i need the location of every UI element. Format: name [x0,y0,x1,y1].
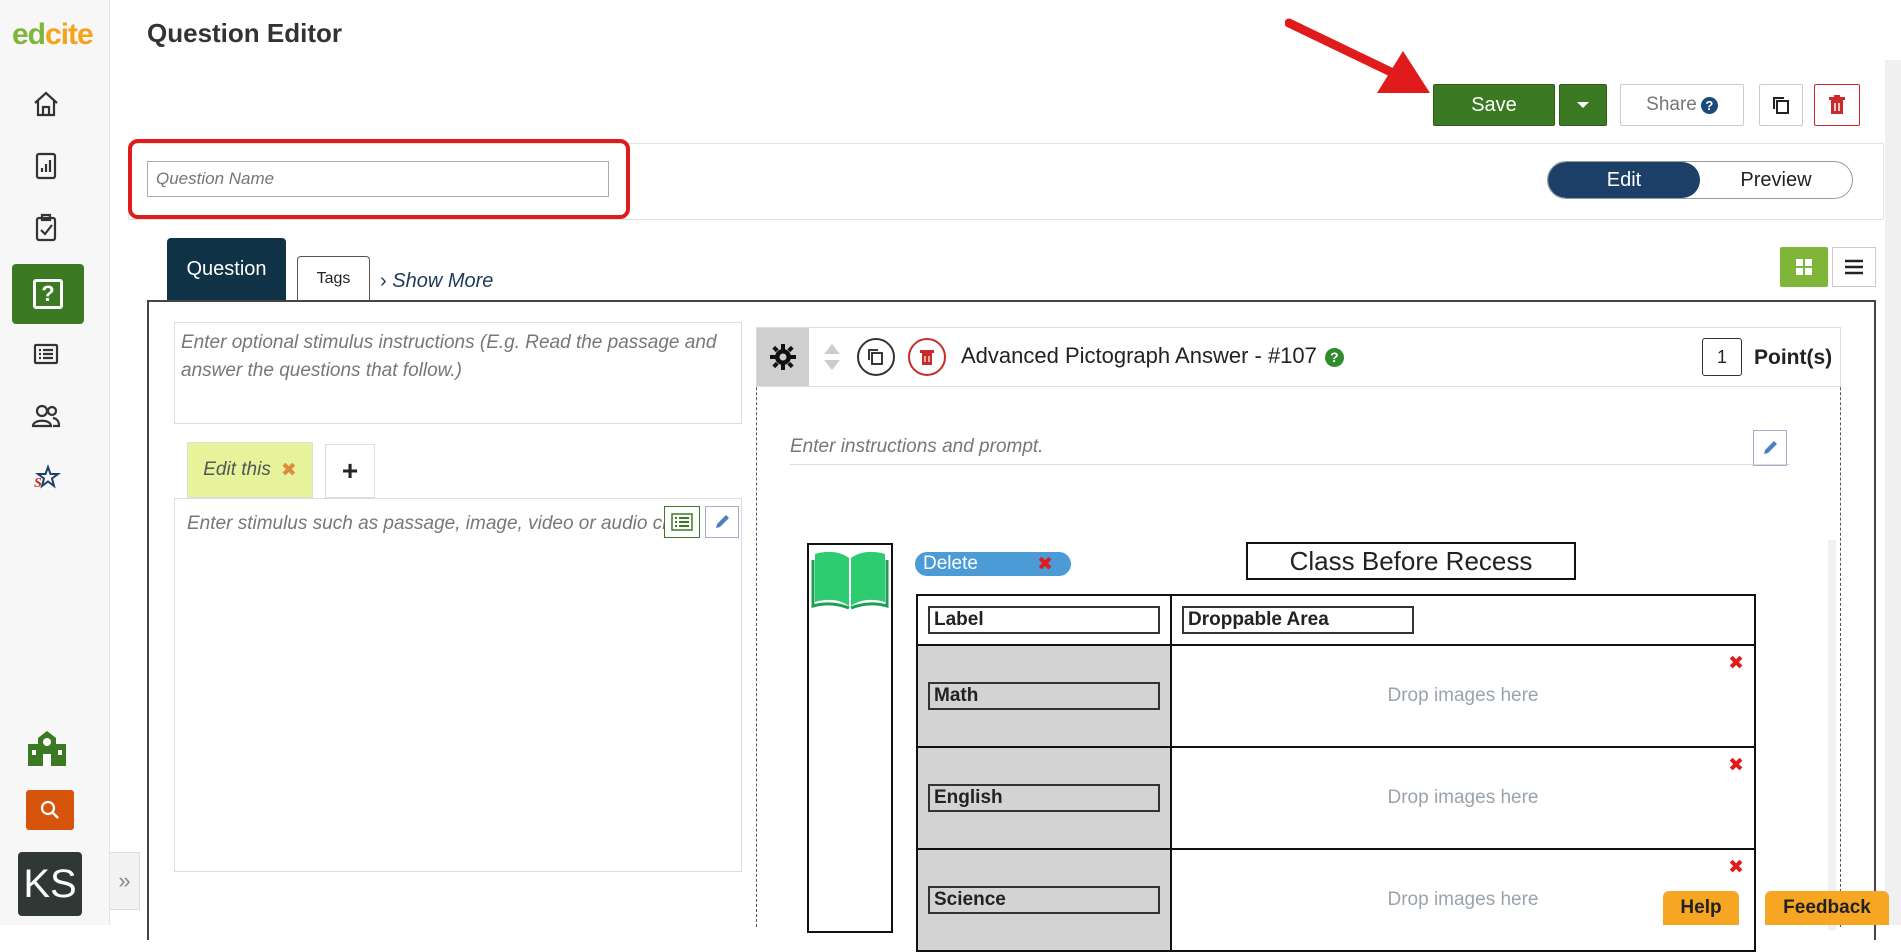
stimulus-edit-button[interactable] [705,506,739,538]
label-header-field[interactable]: Label [928,606,1160,634]
droppable-header-field[interactable]: Droppable Area [1182,606,1414,634]
edit-preview-toggle[interactable]: Edit Preview [1547,161,1853,199]
prompt-field[interactable]: Enter instructions and prompt. [790,436,1790,465]
pictograph-table: Label Droppable Area Math ✖ Drop images h… [916,594,1756,952]
pictograph-title[interactable]: Class Before Recess [1246,542,1576,580]
list-view-button[interactable] [1832,247,1876,287]
reorder-icon[interactable] [822,342,842,372]
table-row: Math ✖ Drop images here [916,644,1756,748]
close-icon: ✖ [1037,553,1053,575]
share-label: Share [1646,94,1697,115]
list-icon[interactable] [28,336,64,372]
table-header-row: Label Droppable Area [916,594,1756,646]
grid-view-button[interactable] [1780,247,1828,287]
tab-question[interactable]: Question [167,238,286,300]
drop-zone[interactable]: ✖ Drop images here [1170,746,1756,850]
avatar[interactable]: KS [18,852,82,916]
save-dropdown-button[interactable] [1559,84,1607,126]
row-label-cell: Math [916,644,1172,748]
share-button[interactable]: Share ? [1620,84,1744,126]
row-label-field[interactable]: Science [928,886,1160,914]
stimulus-instructions-field[interactable]: Enter optional stimulus instructions (E.… [174,322,742,424]
delete-label: Delete [923,553,978,574]
label-header-cell: Label [916,594,1172,646]
pencil-icon [716,515,729,528]
row-label-field[interactable]: English [928,784,1160,812]
drop-zone-text: Drop images here [1387,685,1539,706]
red-arrow-annotation [1285,18,1430,93]
settings-button[interactable] [757,328,809,386]
help-icon[interactable]: ? [1324,347,1344,367]
row-label-cell: Science [916,848,1172,952]
school-icon[interactable] [24,728,70,768]
drop-zone-text: Drop images here [1387,889,1539,910]
preview-toggle-option[interactable]: Preview [1700,162,1852,198]
sidebar-item-questions[interactable]: ? [12,264,84,324]
copy-icon [868,349,883,365]
remove-row-icon[interactable]: ✖ [1728,754,1744,777]
close-icon[interactable]: ✖ [281,459,297,482]
duplicate-part-button[interactable] [857,338,895,376]
row-label-field[interactable]: Math [928,682,1160,710]
chevron-right-icon: › [380,270,387,292]
remove-row-icon[interactable]: ✖ [1728,652,1744,675]
list-icon [1845,259,1863,275]
question-type-title: Advanced Pictograph Answer - #107? [961,343,1344,369]
edit-toggle-option[interactable]: Edit [1548,162,1700,198]
stimulus-list-button[interactable] [664,506,700,538]
table-row: Science ✖ Drop images here [916,848,1756,952]
svg-text:S: S [34,476,42,491]
book-icon[interactable] [811,548,889,610]
sidebar-expand-button[interactable]: » [110,852,140,910]
show-more-link[interactable]: › Show More [380,270,493,293]
assignments-icon[interactable] [28,210,64,246]
delete-question-button[interactable] [1814,84,1860,126]
stimulus-tab-edit-this[interactable]: Edit this ✖ [187,442,313,498]
users-icon[interactable] [28,398,64,434]
points-input[interactable]: 1 [1702,338,1742,376]
row-label-cell: English [916,746,1172,850]
list-icon [671,513,693,531]
gear-icon [770,344,796,370]
drop-zone[interactable]: ✖ Drop images here [1170,644,1756,748]
table-row: English ✖ Drop images here [916,746,1756,850]
copy-icon [1773,97,1789,114]
remove-row-icon[interactable]: ✖ [1728,856,1744,879]
help-button[interactable]: Help [1663,891,1739,925]
question-icon: ? [33,279,63,309]
delete-part-button[interactable] [908,338,946,376]
feedback-button[interactable]: Feedback [1765,891,1889,925]
add-stimulus-tab-button[interactable]: + [325,444,375,498]
star-logo-icon[interactable]: S [28,460,64,496]
prompt-edit-button[interactable] [1753,430,1787,466]
search-icon [40,800,59,819]
drop-zone-text: Drop images here [1387,787,1539,808]
droppable-header-cell: Droppable Area [1170,594,1756,646]
save-button[interactable]: Save [1433,84,1555,126]
grid-icon [1796,259,1812,275]
help-icon: ? [1700,96,1718,114]
search-button[interactable] [26,790,74,830]
sidebar: edcite ? S KS [0,0,110,925]
duplicate-button[interactable] [1759,84,1803,126]
reports-icon[interactable] [28,148,64,184]
trash-icon [1829,95,1845,114]
delete-image-button[interactable]: Delete ✖ [915,552,1071,576]
pictograph-scrollbar[interactable] [1828,540,1836,930]
points-label: Point(s) [1754,346,1833,369]
trash-icon [920,350,934,365]
stimulus-tab-label: Edit this [203,459,271,480]
tab-tags[interactable]: Tags [297,256,370,300]
pencil-icon [1764,441,1777,454]
home-icon[interactable] [28,86,64,122]
stimulus-body-field[interactable]: Enter stimulus such as passage, image, v… [174,498,742,872]
question-name-input[interactable] [147,161,609,197]
page-scrollbar[interactable] [1885,60,1901,925]
edcite-logo[interactable]: edcite [12,18,94,52]
page-title: Question Editor [147,18,342,48]
